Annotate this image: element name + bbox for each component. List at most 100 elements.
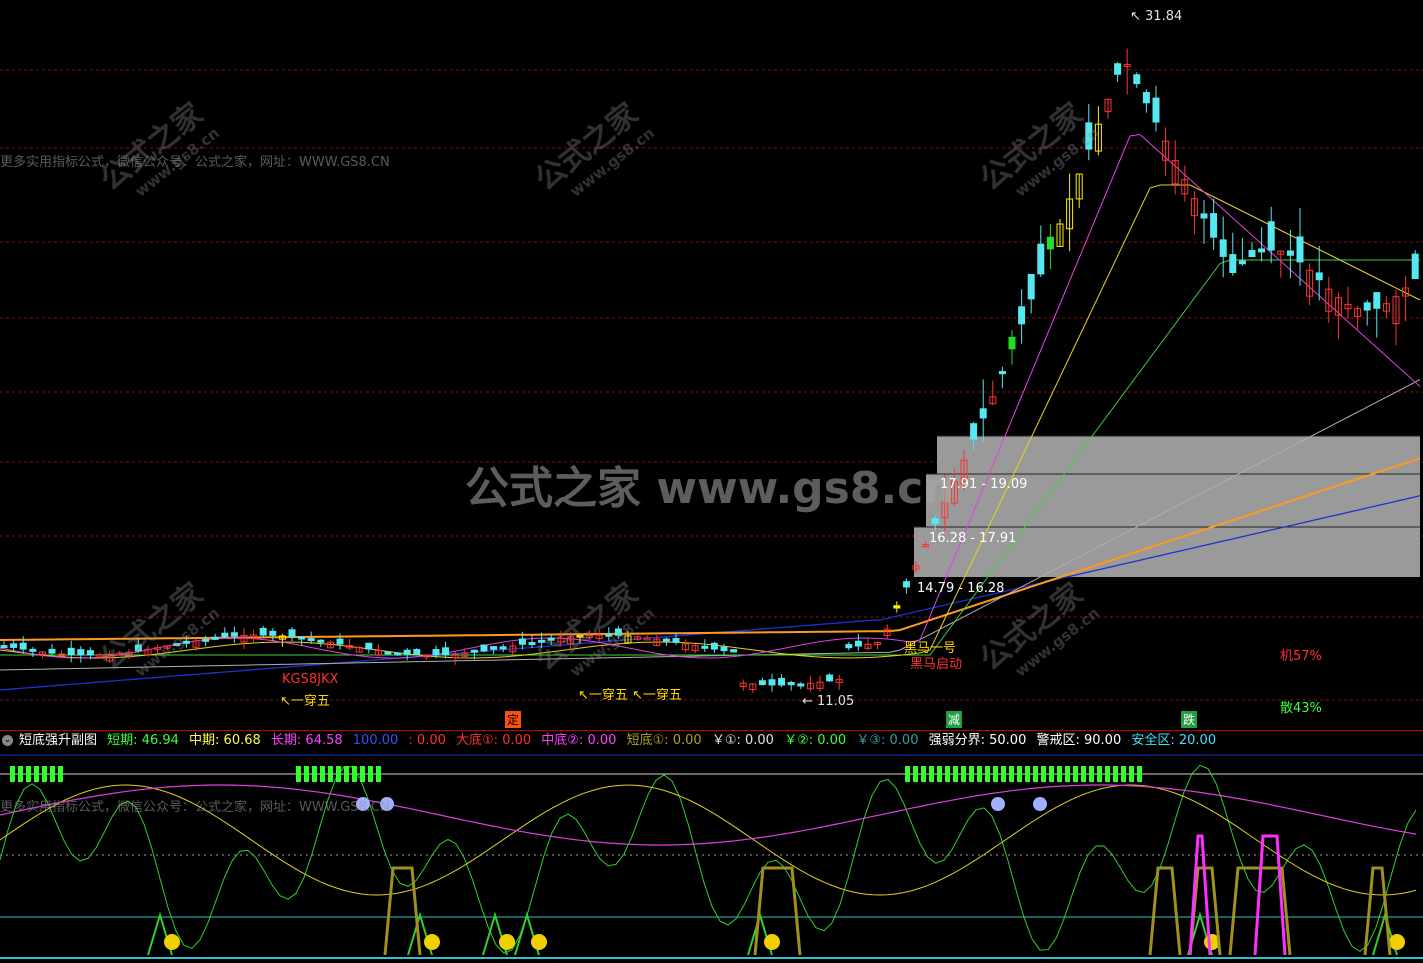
- candle-body: [1238, 260, 1246, 265]
- candle-body: [701, 645, 709, 649]
- signal-jian: 减: [946, 711, 963, 728]
- signal-bar: [42, 766, 47, 782]
- smile-icon: [499, 934, 515, 950]
- candle-body: [413, 649, 421, 656]
- signal-bar: [953, 766, 958, 782]
- candle-body: [893, 605, 901, 609]
- candle-body: [1219, 239, 1227, 257]
- smile-icon: [164, 934, 180, 950]
- signal-bar: [1137, 766, 1142, 782]
- candle-body: [1411, 253, 1419, 280]
- candle-body: [1142, 92, 1150, 104]
- indicator-value: 中期: 60.68: [189, 733, 261, 748]
- signal-bar: [1081, 766, 1086, 782]
- candle-body: [768, 679, 776, 686]
- indicator-value: 警戒区: 90.00: [1036, 733, 1122, 748]
- smile-icon: [764, 934, 780, 950]
- candle-body: [480, 644, 488, 652]
- candle-body: [288, 629, 296, 638]
- zone-label: 14.79 - 16.28: [917, 581, 1005, 596]
- candle-body: [1133, 74, 1141, 85]
- signal-bar: [34, 766, 39, 782]
- indicator-value: ￥②: 0.00: [784, 733, 847, 748]
- indicator-value: 短期: 46.94: [107, 733, 179, 748]
- signal-bar: [921, 766, 926, 782]
- price-zone: [937, 436, 1420, 474]
- pink-spike: [1253, 834, 1287, 956]
- candle-body: [826, 674, 834, 682]
- signal-ding: 定: [505, 711, 522, 728]
- candle-body: [202, 638, 210, 642]
- sub-chart-header: ⌄ 短底强升副图 短期: 46.94 中期: 60.68 长期: 64.58 10…: [0, 731, 1423, 751]
- candle-body: [432, 648, 440, 656]
- candle-body: [298, 636, 306, 640]
- zone-label: 17.91 - 19.09: [940, 477, 1028, 492]
- signal-heima-start: 黑马启动: [910, 657, 963, 672]
- candle-body: [1027, 273, 1035, 300]
- signal-bar: [328, 766, 333, 782]
- signal-bar: [10, 766, 15, 782]
- signal-bar: [1017, 766, 1022, 782]
- indicator-value: ￥①: 0.00: [711, 733, 774, 748]
- candle-body: [1152, 97, 1160, 123]
- watermark-center: 公式之家 www.gs8.cn: [465, 463, 955, 514]
- candle-body: [403, 649, 411, 655]
- candle-body: [307, 638, 315, 642]
- candle-body: [854, 640, 862, 647]
- candle-body: [0, 645, 8, 649]
- candle-body: [29, 648, 37, 652]
- candle-body: [787, 682, 795, 686]
- signal-bar: [50, 766, 55, 782]
- signal-bar: [1129, 766, 1134, 782]
- signal-bar: [1089, 766, 1094, 782]
- signal-bar: [1033, 766, 1038, 782]
- signal-bar: [1025, 766, 1030, 782]
- signal-bar: [945, 766, 950, 782]
- indicator-value: 强弱分界: 50.00: [928, 733, 1027, 748]
- candle-body: [758, 680, 766, 686]
- signal-bar: [1105, 766, 1110, 782]
- sub-chart-title[interactable]: 短底强升副图: [19, 733, 97, 748]
- indicator-value: 安全区: 20.00: [1131, 733, 1217, 748]
- collapse-icon[interactable]: ⌄: [2, 735, 13, 746]
- candle-body: [1267, 221, 1275, 251]
- ma-line: [0, 184, 1421, 659]
- signal-bar: [1057, 766, 1062, 782]
- candle-body: [221, 632, 229, 638]
- candle-body: [1114, 63, 1122, 75]
- candle-body: [48, 648, 56, 654]
- signal-bar: [1009, 766, 1014, 782]
- signal-bar: [26, 766, 31, 782]
- candle-body: [970, 423, 978, 440]
- candle-body: [1315, 272, 1323, 281]
- signal-bar: [336, 766, 341, 782]
- candle-body: [931, 518, 939, 525]
- candle-body: [710, 642, 718, 650]
- candle-body: [845, 644, 853, 649]
- signal-bar: [937, 766, 942, 782]
- signal-bar: [969, 766, 974, 782]
- candle-body: [1296, 236, 1304, 263]
- long-term-line: [0, 784, 1417, 846]
- signal-bar: [352, 766, 357, 782]
- candle-body: [394, 652, 402, 656]
- signal-bar: [1073, 766, 1078, 782]
- ratio-ji: 机57%: [1280, 649, 1322, 664]
- indicator-value: ￥③: 0.00: [856, 733, 919, 748]
- signal-bar: [929, 766, 934, 782]
- candle-body: [1046, 236, 1054, 250]
- indicator-value: 100.00: [352, 733, 399, 748]
- signal-bar: [1065, 766, 1070, 782]
- candle-body: [1286, 250, 1294, 256]
- zone-label: 16.28 - 17.91: [929, 531, 1017, 546]
- candle-body: [1210, 213, 1218, 238]
- watermark-notice: 更多实用指标公式，微信公众号：公式之家，网址：WWW.GS8.CN: [0, 800, 390, 815]
- candle-body: [998, 371, 1006, 375]
- candle-body: [662, 638, 670, 642]
- candle-body: [1037, 243, 1045, 275]
- signal-bar: [304, 766, 309, 782]
- indicator-value: : 0.00: [408, 733, 446, 748]
- candle-body: [490, 646, 498, 650]
- signal-yichuanwu: ↖一穿五: [280, 694, 330, 709]
- ma-line: [0, 133, 1421, 659]
